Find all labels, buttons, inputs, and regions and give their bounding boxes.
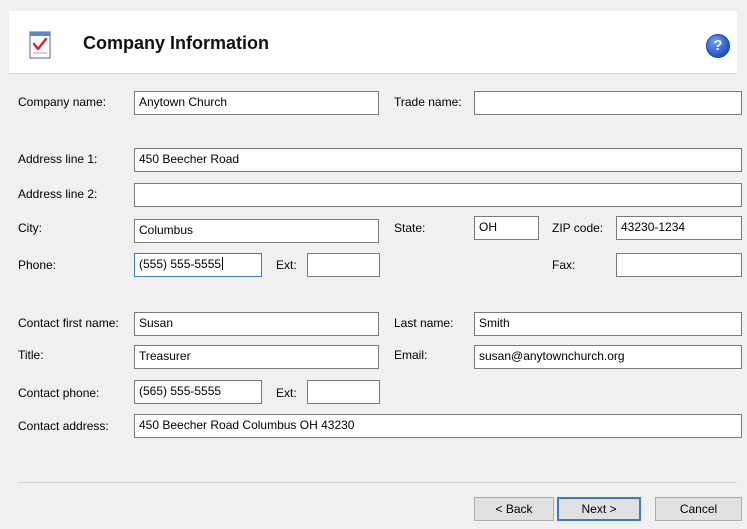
- contact-first-name-field[interactable]: Susan: [134, 312, 379, 336]
- footer-divider: [18, 482, 737, 483]
- address-line1-field[interactable]: 450 Beecher Road: [134, 148, 742, 172]
- trade-name-label: Trade name:: [394, 95, 462, 109]
- zip-code-field[interactable]: 43230-1234: [616, 216, 742, 240]
- title-label: Title:: [18, 348, 44, 362]
- email-field[interactable]: susan@anytownchurch.org: [474, 345, 742, 369]
- contact-first-name-label: Contact first name:: [18, 316, 119, 330]
- fax-label: Fax:: [552, 258, 576, 272]
- checklist-document-icon: [29, 31, 51, 59]
- back-button[interactable]: < Back: [474, 497, 554, 521]
- last-name-field[interactable]: Smith: [474, 312, 742, 336]
- phone-ext-label: Ext:: [276, 258, 297, 272]
- page-title: Company Information: [83, 33, 270, 53]
- email-label: Email:: [394, 348, 428, 362]
- text-caret: [222, 257, 224, 270]
- city-label: City:: [18, 221, 42, 235]
- address-line2-label: Address line 2:: [18, 187, 98, 201]
- trade-name-field[interactable]: [474, 91, 742, 115]
- wizard-header: Company Information ?: [9, 11, 737, 74]
- phone-ext-field[interactable]: [307, 253, 380, 277]
- zip-code-label: ZIP code:: [552, 221, 604, 235]
- phone-field-value: (555) 555-5555: [139, 257, 222, 271]
- city-field[interactable]: Columbus: [134, 219, 379, 243]
- state-field[interactable]: OH: [474, 216, 539, 240]
- contact-address-label: Contact address:: [18, 419, 109, 433]
- cancel-button[interactable]: Cancel: [655, 497, 742, 521]
- address-line2-field[interactable]: [134, 183, 742, 207]
- fax-field[interactable]: [616, 253, 742, 277]
- contact-phone-label: Contact phone:: [18, 386, 100, 400]
- phone-label: Phone:: [18, 258, 57, 272]
- next-button[interactable]: Next >: [557, 497, 641, 521]
- contact-phone-ext-label: Ext:: [276, 386, 297, 400]
- address-line1-label: Address line 1:: [18, 152, 98, 166]
- company-name-label: Company name:: [18, 95, 107, 109]
- company-name-field[interactable]: Anytown Church: [134, 91, 379, 115]
- last-name-label: Last name:: [394, 316, 454, 330]
- help-icon[interactable]: ?: [706, 34, 730, 58]
- state-label: State:: [394, 221, 426, 235]
- phone-field[interactable]: (555) 555-5555: [134, 253, 262, 277]
- title-field[interactable]: Treasurer: [134, 345, 379, 369]
- contact-address-field[interactable]: 450 Beecher Road Columbus OH 43230: [134, 414, 742, 438]
- contact-phone-field[interactable]: (565) 555-5555: [134, 380, 262, 404]
- contact-phone-ext-field[interactable]: [307, 380, 380, 404]
